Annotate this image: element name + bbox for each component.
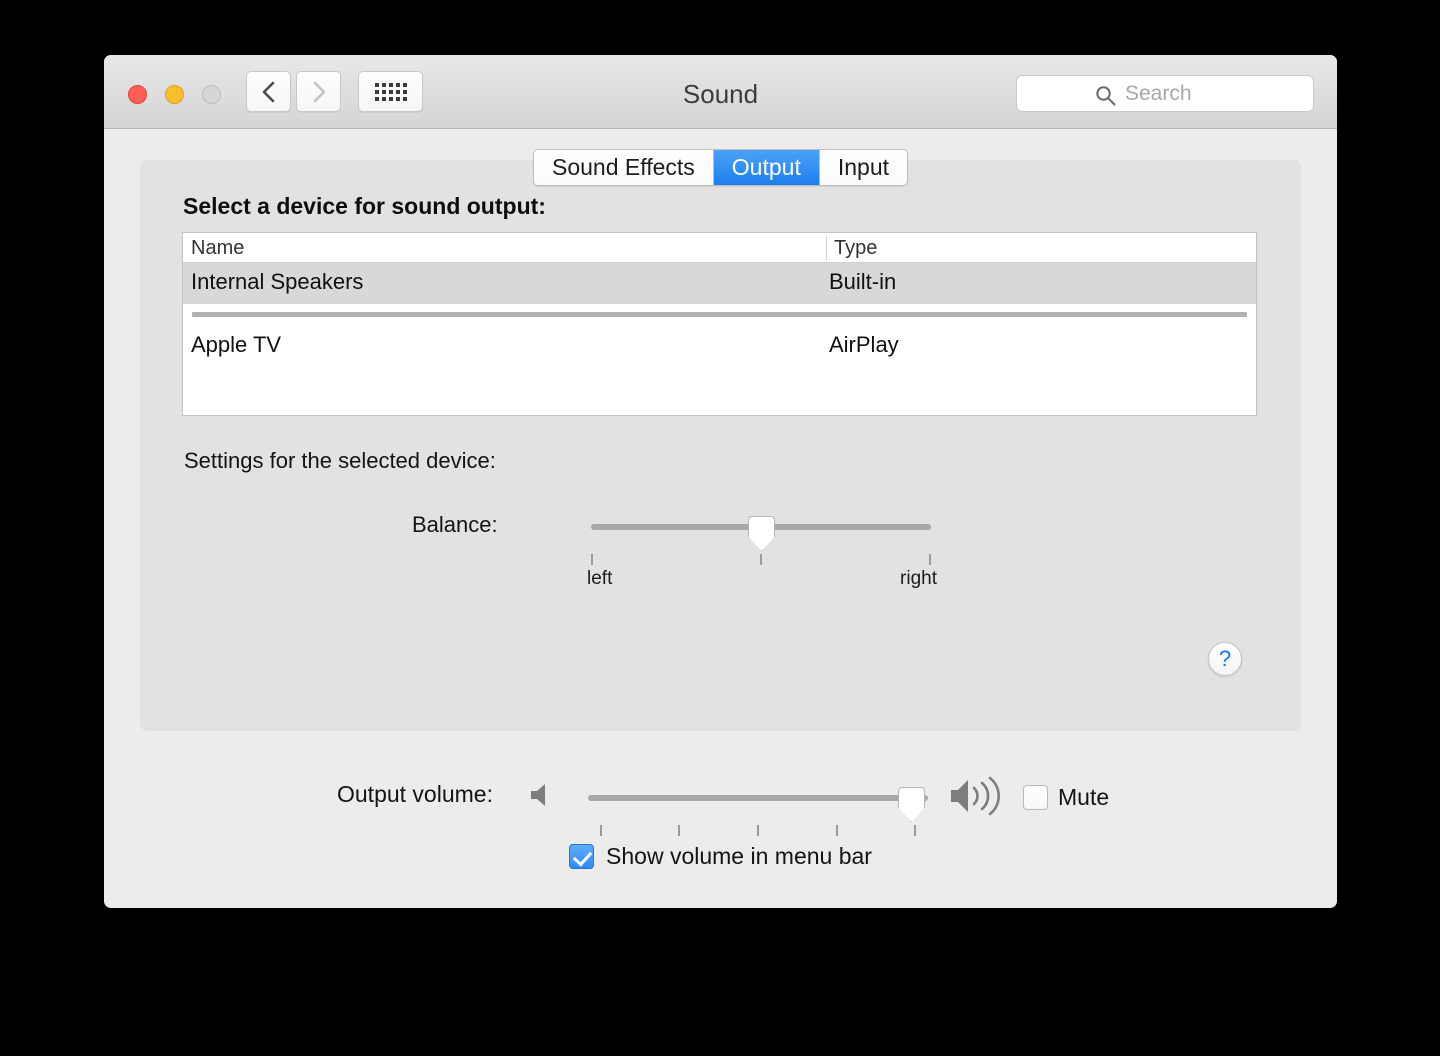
- tab-output[interactable]: Output: [713, 150, 820, 185]
- column-header-type[interactable]: Type: [834, 237, 877, 260]
- mute-checkbox[interactable]: [1023, 785, 1048, 810]
- row-separator: [183, 304, 1256, 326]
- volume-slider-knob[interactable]: [898, 787, 925, 822]
- panel-heading: Select a device for sound output:: [183, 193, 546, 219]
- speaker-icon: [528, 781, 554, 814]
- settings-heading: Settings for the selected device:: [184, 448, 496, 473]
- mute-label: Mute: [1058, 784, 1110, 810]
- window-titlebar: Sound Search: [104, 55, 1337, 129]
- balance-label: Balance:: [412, 512, 498, 537]
- search-icon: [1095, 85, 1116, 111]
- output-volume-slider[interactable]: [588, 787, 928, 847]
- search-field[interactable]: Search: [1016, 75, 1314, 112]
- volume-slider-ticks: [588, 825, 928, 837]
- balance-slider-knob[interactable]: [748, 516, 775, 551]
- show-volume-menubar-row[interactable]: Show volume in menu bar: [104, 843, 1337, 870]
- speaker-waves-icon: [947, 775, 1009, 822]
- device-name: Internal Speakers: [191, 269, 364, 294]
- show-volume-label: Show volume in menu bar: [606, 843, 872, 869]
- sound-preferences-window: Sound Search Sound Effects Output Input …: [104, 55, 1337, 908]
- tab-bar: Sound Effects Output Input: [104, 149, 1337, 186]
- balance-right-label: right: [900, 568, 937, 589]
- balance-slider-ticks: [591, 554, 931, 566]
- balance-left-label: left: [587, 568, 613, 589]
- volume-slider-track[interactable]: [588, 795, 928, 801]
- help-button[interactable]: ?: [1208, 642, 1242, 676]
- column-divider[interactable]: [826, 236, 827, 260]
- column-header-name[interactable]: Name: [191, 237, 244, 260]
- output-volume-row: Output volume: Mute: [104, 767, 1337, 836]
- tab-input[interactable]: Input: [819, 150, 907, 185]
- device-type: AirPlay: [829, 332, 899, 357]
- device-type: Built-in: [829, 269, 897, 294]
- tab-sound-effects[interactable]: Sound Effects: [534, 150, 714, 185]
- output-settings-panel: Select a device for sound output: Name T…: [140, 160, 1301, 731]
- table-row[interactable]: Apple TV AirPlay: [183, 326, 1256, 367]
- output-volume-label: Output volume:: [337, 781, 493, 807]
- show-volume-checkbox[interactable]: [569, 844, 595, 869]
- device-name: Apple TV: [191, 332, 282, 357]
- table-row[interactable]: Internal Speakers Built-in: [183, 263, 1256, 304]
- question-mark-icon: ?: [1218, 646, 1232, 671]
- balance-slider[interactable]: left right: [587, 516, 937, 589]
- mute-checkbox-group[interactable]: Mute: [1023, 784, 1109, 811]
- table-header: Name Type: [183, 233, 1256, 263]
- output-device-table[interactable]: Name Type Internal Speakers Built-in App…: [182, 232, 1257, 416]
